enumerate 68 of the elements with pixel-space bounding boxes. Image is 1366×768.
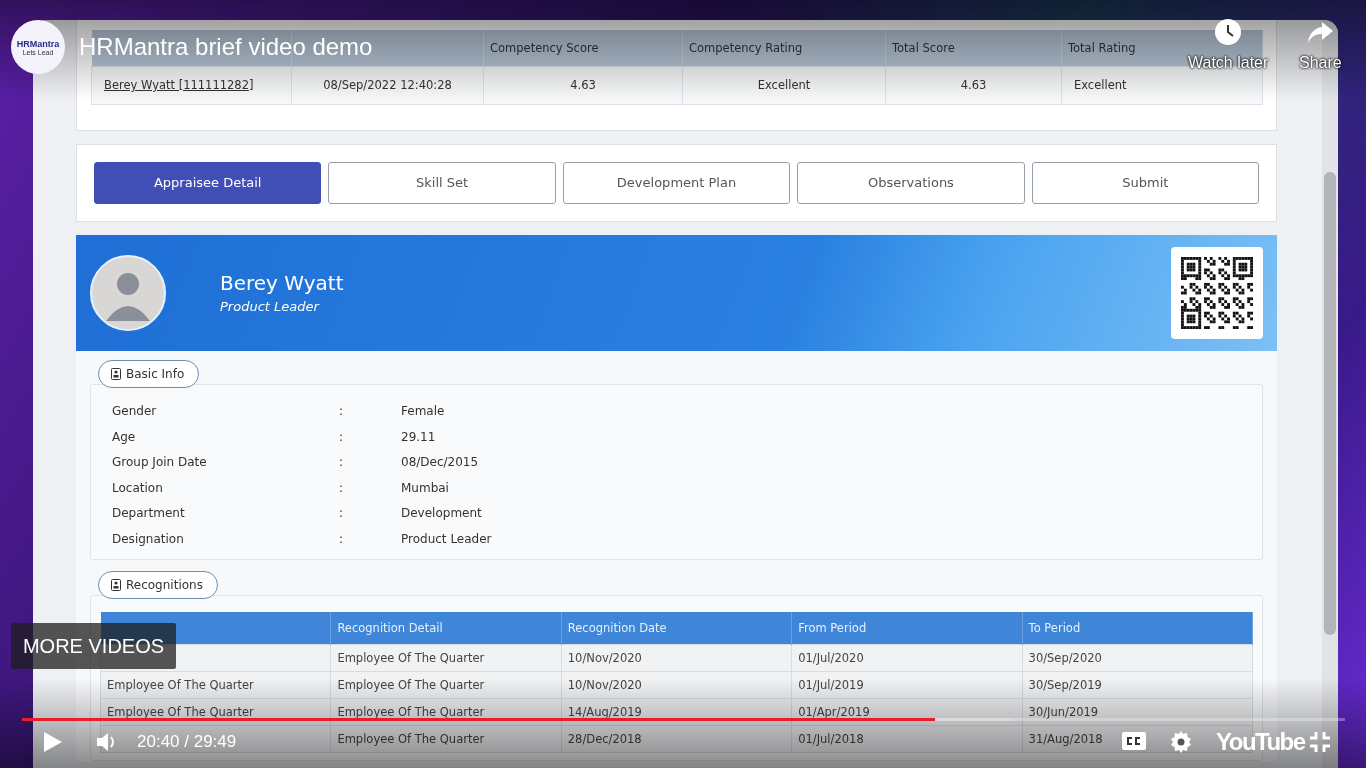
separator-text: : [339,404,345,419]
field-label: Gender [112,404,158,419]
field-label: Group Join Date [112,455,208,470]
play-icon [42,730,64,754]
field-value: Female [401,404,446,419]
field-label: Location [112,480,164,495]
table-cell: 4.63 [885,66,1062,104]
separator-text: : [339,455,345,470]
table-cell: 01/Jul/2018 [791,725,1023,752]
table-cell: Employee Of The Quarter [100,671,331,698]
progress-track[interactable] [22,718,1345,721]
table-cell: 28/Dec/2018 [561,725,792,752]
separator-text: : [339,429,345,444]
field-value: Development [401,506,483,521]
qr-code-icon [1181,256,1253,329]
column-header: To Period [1022,611,1253,644]
id-card-icon [111,367,121,380]
separator-text: : [339,531,345,546]
tab[interactable]: Observations [797,161,1025,204]
table-cell: 30/Sep/2020 [1022,644,1253,671]
table-cell: 30/Jun/2019 [1022,698,1253,725]
table-cell: Excellent [682,66,886,104]
play-button[interactable] [42,730,64,754]
tab[interactable]: Submit [1031,161,1260,204]
scrollbar-thumb[interactable] [1324,172,1336,635]
field-value: 29.11 [401,429,437,444]
column-header: Recognition Date [561,611,792,644]
section-title: Basic Info [126,366,185,381]
tab[interactable]: Skill Set [328,161,556,204]
table-cell: Employee Of The Quarter [330,671,562,698]
table-cell: 4.63 [483,66,683,104]
table-cell: 01/Jul/2020 [791,644,1023,671]
section-title: Recognitions [126,577,203,592]
settings-button[interactable] [1169,730,1193,754]
employee-link[interactable]: Berey Wyatt [111111282] [104,78,254,92]
table-cell: 30/Sep/2019 [1022,671,1253,698]
field-label: Age [112,429,137,444]
exit-fullscreen-icon [1308,730,1332,754]
id-card-icon [111,578,121,591]
column-header: Recognition Detail [330,611,562,644]
table-cell: Employee Of The Quarter [330,644,562,671]
column-header: From Period [791,611,1023,644]
table-cell: 10/Nov/2020 [561,671,792,698]
column-header: Total Score [885,30,1062,66]
column-header: Competency Score [483,30,683,66]
table-cell: 10/Nov/2020 [561,644,792,671]
table-cell: 01/Jul/2019 [791,671,1023,698]
field-value: Product Leader [401,531,493,546]
employee-name: Berey Wyatt [220,271,345,295]
settings-icon [1169,730,1193,754]
column-header: Competency Rating [682,30,886,66]
captions-icon [1121,730,1147,752]
field-value: Mumbai [401,480,450,495]
time-display: 20:40 / 29:49 [137,732,237,752]
field-label: Designation [112,531,185,546]
employee-role: Product Leader [220,299,321,314]
field-label: Department [112,506,186,521]
logo-name: HRMantra [16,38,60,49]
field-value: 08/Dec/2015 [401,455,480,470]
separator-text: : [339,480,345,495]
tab[interactable]: Development Plan [562,161,791,204]
more-videos-button[interactable]: MORE VIDEOS [11,623,176,669]
separator-text: : [339,506,345,521]
table-cell: Employee Of The Quarter [330,725,562,752]
captions-button[interactable] [1121,730,1147,752]
table-cell: 08/Sep/2022 12:40:28 [291,66,484,104]
tab[interactable]: Appraisee Detail [94,161,322,204]
exit-fullscreen-button[interactable] [1308,730,1332,754]
